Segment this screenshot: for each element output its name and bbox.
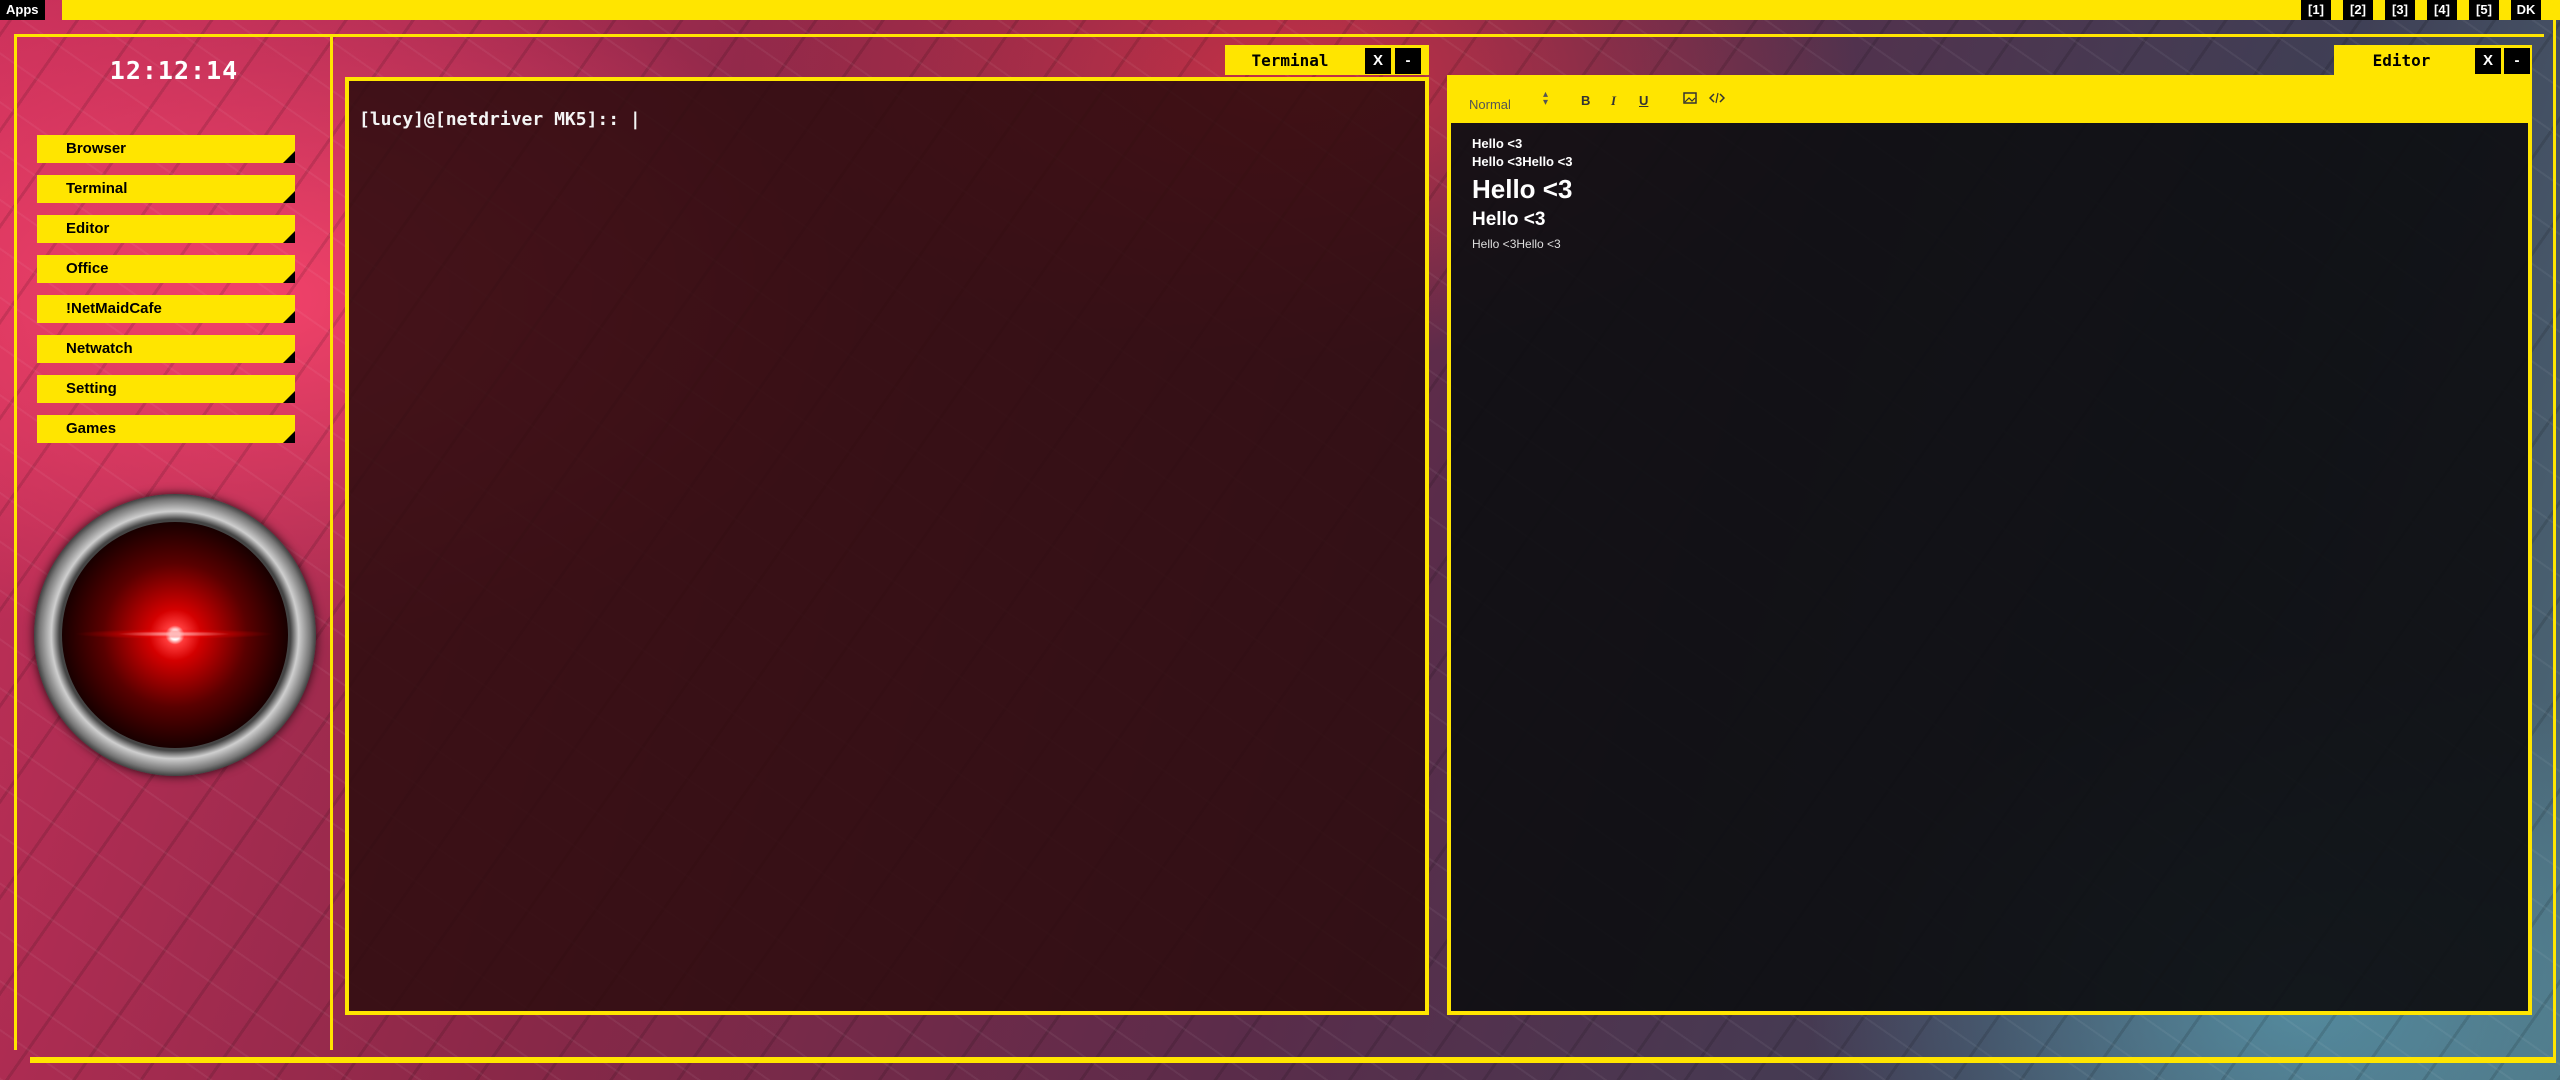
clock: 12:12:14 — [109, 56, 239, 85]
format-select-arrows-icon[interactable]: ▴ ▾ — [1543, 90, 1548, 108]
workspace-1-button[interactable]: [1] — [2301, 0, 2331, 20]
editor-line-5[interactable]: Hello <3Hello <3 — [1472, 237, 1561, 251]
terminal-body[interactable]: [lucy]@[netdriver MK5]:: | — [345, 77, 1429, 1015]
terminal-titlebar[interactable]: Terminal X - — [1225, 45, 1429, 75]
workspace-3-button[interactable]: [3] — [2385, 0, 2415, 20]
app-launcher-sidebar: 12:12:14 Browser Terminal Editor Office … — [14, 34, 334, 1050]
terminal-title: Terminal — [1251, 51, 1329, 70]
image-icon[interactable] — [1683, 92, 1697, 107]
top-bar-strip — [62, 0, 2560, 20]
terminal-window: Terminal X - [lucy]@[netdriver MK5]:: | — [345, 45, 1429, 1015]
editor-titlebar[interactable]: Editor X - — [2334, 45, 2532, 75]
terminal-close-button[interactable]: X — [1365, 48, 1391, 74]
terminal-prompt[interactable]: [lucy]@[netdriver MK5]:: | — [359, 109, 641, 130]
workspace-5-button[interactable]: [5] — [2469, 0, 2499, 20]
editor-heading-1[interactable]: Hello <3 — [1472, 174, 1572, 205]
editor-line-1[interactable]: Hello <3 — [1472, 136, 1522, 151]
terminal-minimize-button[interactable]: - — [1395, 48, 1421, 74]
bold-icon[interactable]: B — [1581, 93, 1590, 108]
format-select[interactable]: Normal — [1469, 97, 1511, 112]
apps-menu-button[interactable]: Apps — [0, 0, 45, 20]
code-icon[interactable] — [1708, 92, 1726, 107]
workspace-2-button[interactable]: [2] — [2343, 0, 2373, 20]
workspace-4-button[interactable]: [4] — [2427, 0, 2457, 20]
layout-indicator[interactable]: DK — [2511, 0, 2541, 20]
desktop-frame-top — [14, 34, 2544, 37]
editor-minimize-button[interactable]: - — [2504, 48, 2530, 74]
editor-heading-2[interactable]: Hello <3 — [1472, 209, 1545, 231]
desktop-frame-right — [2553, 20, 2556, 1060]
editor-body: Normal ▴ ▾ B I U Hello <3 Hello <3Hello <… — [1447, 75, 2532, 1015]
red-eye-icon — [34, 494, 316, 776]
app-button-games[interactable]: Games — [37, 415, 295, 443]
editor-title: Editor — [2372, 51, 2431, 70]
underline-icon[interactable]: U — [1639, 93, 1648, 108]
eye-flare — [74, 629, 274, 639]
desktop-frame-bottom — [30, 1057, 2556, 1063]
editor-window: Editor X - Normal ▴ ▾ B I U Hello <3 Hell… — [1447, 45, 2532, 1015]
editor-close-button[interactable]: X — [2475, 48, 2501, 74]
app-button-netmaidcafe[interactable]: !NetMaidCafe — [37, 295, 295, 323]
editor-toolbar: Normal ▴ ▾ B I U — [1451, 79, 2528, 123]
app-button-office[interactable]: Office — [37, 255, 295, 283]
top-bar: Apps [1] [2] [3] [4] [5] DK — [0, 0, 2560, 20]
app-button-editor[interactable]: Editor — [37, 215, 295, 243]
editor-line-2[interactable]: Hello <3Hello <3 — [1472, 154, 1572, 169]
app-button-browser[interactable]: Browser — [37, 135, 295, 163]
app-button-terminal[interactable]: Terminal — [37, 175, 295, 203]
italic-icon[interactable]: I — [1611, 93, 1616, 109]
app-button-setting[interactable]: Setting — [37, 375, 295, 403]
app-button-netwatch[interactable]: Netwatch — [37, 335, 295, 363]
